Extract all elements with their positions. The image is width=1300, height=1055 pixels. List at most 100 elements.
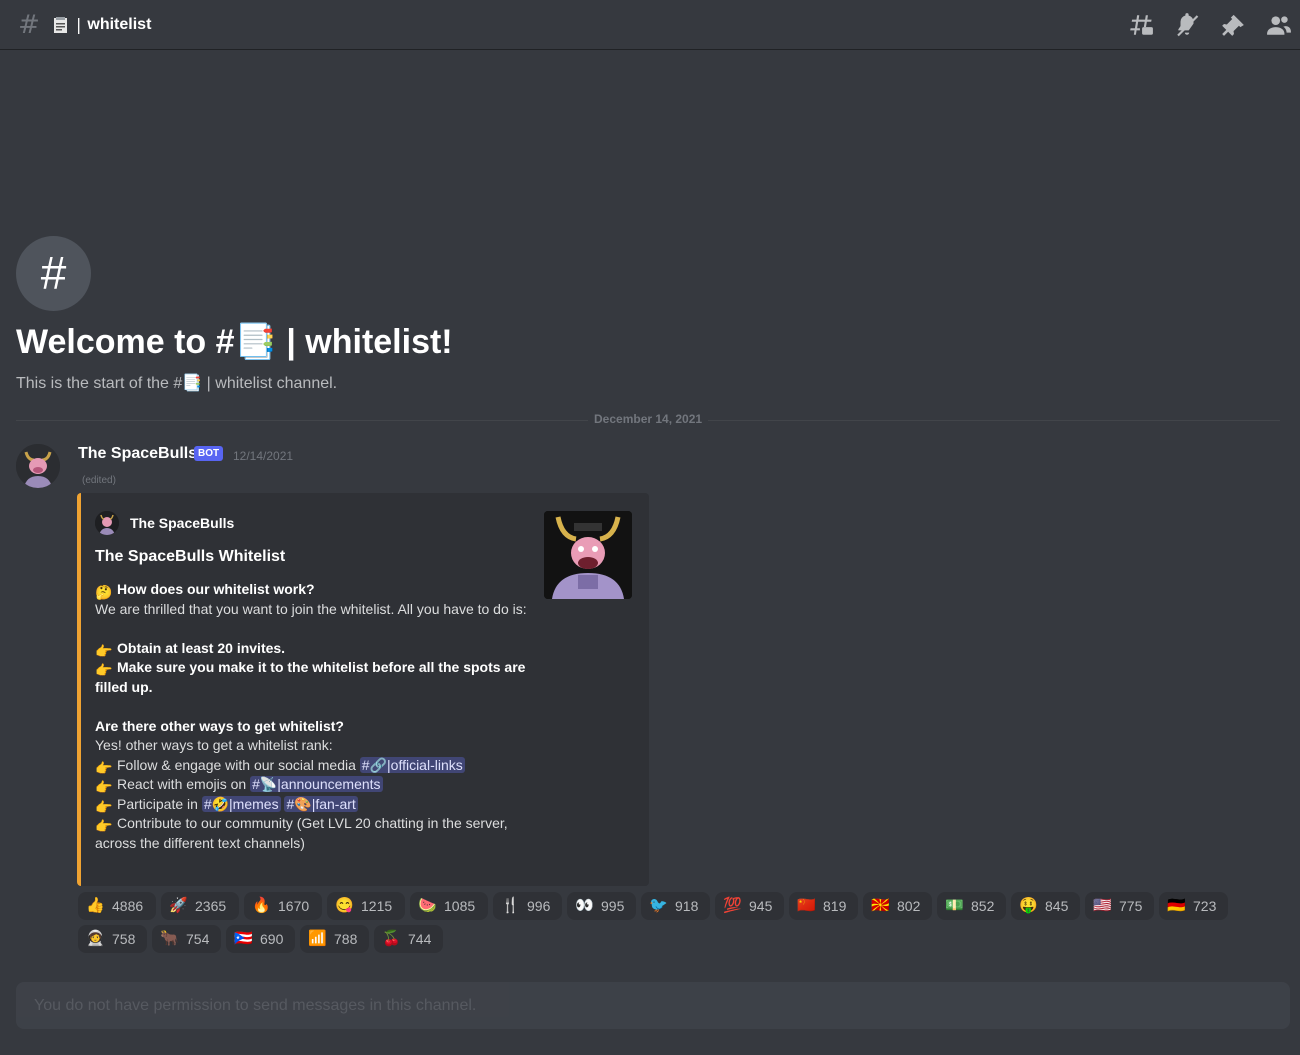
- reaction-count: 788: [334, 931, 358, 947]
- reaction-button[interactable]: 🇨🇳 819: [789, 892, 858, 920]
- reaction-button[interactable]: 🇩🇪 723: [1159, 892, 1228, 920]
- reaction-button[interactable]: 😋 1215: [327, 892, 405, 920]
- reaction-button[interactable]: 🔥 1670: [244, 892, 322, 920]
- whitelist-question: 🤔 How does our whitelist work?: [95, 581, 315, 600]
- channel-header: # | whitelist: [0, 0, 1300, 50]
- requirement-invites: 👉 Obtain at least 20 invites.: [95, 639, 286, 659]
- threads-icon[interactable]: [1128, 12, 1154, 38]
- reaction-count: 758: [112, 931, 136, 947]
- pointing-hand-icon: 👉: [95, 642, 113, 659]
- bookmark-tabs-icon: [52, 16, 70, 34]
- channel-mention-announcements[interactable]: #📡|announcements: [250, 776, 383, 792]
- reaction-count: 1215: [361, 898, 393, 914]
- other-ways-question: Are there other ways to get whitelist?: [95, 717, 344, 734]
- reaction-emoji-icon: 🍴: [501, 897, 520, 914]
- reaction-emoji-icon: 🤑: [1019, 897, 1038, 914]
- pointing-hand-icon: 👉: [95, 662, 113, 678]
- reaction-emoji-icon: 🐦: [649, 897, 668, 914]
- reaction-button[interactable]: 🐦 918: [641, 892, 710, 920]
- header-toolbar: [1128, 12, 1292, 38]
- pointing-hand-icon: 👉: [95, 818, 113, 834]
- reaction-count: 845: [1045, 898, 1069, 914]
- channel-separator: |: [76, 15, 82, 34]
- embed-author-avatar: [95, 511, 119, 535]
- embed-description: 🤔 How does our whitelist work? We are thr…: [95, 580, 535, 853]
- reaction-button[interactable]: 🇲🇰 802: [863, 892, 932, 920]
- embed-author-name[interactable]: The SpaceBulls: [130, 515, 234, 531]
- reaction-count: 918: [675, 898, 699, 914]
- reaction-button[interactable]: 👀 995: [567, 892, 636, 920]
- reaction-button[interactable]: 🍉 1085: [410, 892, 488, 920]
- reaction-count: 690: [260, 931, 284, 947]
- reaction-emoji-icon: 🇩🇪: [1167, 897, 1186, 914]
- reaction-count: 1085: [444, 898, 476, 914]
- reaction-count: 775: [1119, 898, 1143, 914]
- message-composer-disabled: You do not have permission to send messa…: [16, 982, 1290, 1029]
- reaction-emoji-icon: 🧑‍🚀: [86, 930, 105, 947]
- date-divider-label: December 14, 2021: [588, 412, 709, 426]
- reaction-button[interactable]: 👍 4886: [78, 892, 156, 920]
- reaction-button[interactable]: 🤑 845: [1011, 892, 1080, 920]
- reaction-emoji-icon: 🇵🇷: [234, 930, 253, 947]
- reaction-button[interactable]: 🇵🇷 690: [226, 925, 295, 953]
- reaction-button[interactable]: 🍴 996: [493, 892, 562, 920]
- reaction-emoji-icon: 🔥: [252, 897, 271, 914]
- reaction-button[interactable]: 📶 788: [300, 925, 369, 953]
- thinking-face-icon: 🤔: [95, 584, 113, 600]
- pin-icon[interactable]: [1220, 12, 1246, 38]
- channel-mention-fan-art[interactable]: #🎨|fan-art: [284, 795, 358, 812]
- channel-hash-icon: #: [18, 9, 40, 40]
- whitelist-intro: We are thrilled that you want to join th…: [95, 600, 527, 617]
- reaction-count: 996: [527, 898, 551, 914]
- reaction-count: 2365: [195, 898, 227, 914]
- reaction-emoji-icon: 🇨🇳: [797, 897, 816, 914]
- reaction-emoji-icon: 💯: [723, 897, 742, 914]
- reaction-emoji-icon: 🇲🇰: [871, 897, 890, 914]
- reaction-button[interactable]: 💵 852: [937, 892, 1006, 920]
- notifications-muted-icon[interactable]: [1174, 12, 1200, 38]
- author-avatar[interactable]: [16, 444, 60, 488]
- message-embed: The SpaceBulls The SpaceBulls Whitelist …: [77, 493, 649, 886]
- reaction-count: 4886: [112, 898, 144, 914]
- reaction-count: 802: [897, 898, 921, 914]
- requirement-deadline: 👉 Make sure you make it to the whitelist …: [95, 659, 526, 695]
- reaction-emoji-icon: 🚀: [169, 897, 188, 914]
- reaction-count: 723: [1193, 898, 1217, 914]
- reaction-emoji-icon: 👀: [575, 897, 594, 914]
- reaction-count: 754: [186, 931, 210, 947]
- reaction-emoji-icon: 😋: [335, 897, 354, 914]
- reaction-button[interactable]: 🍒 744: [374, 925, 443, 953]
- reaction-emoji-icon: 👍: [86, 897, 105, 914]
- reaction-emoji-icon: 📶: [308, 930, 327, 947]
- reaction-button[interactable]: 🐂 754: [152, 925, 221, 953]
- reaction-count: 852: [971, 898, 995, 914]
- reaction-emoji-icon: 🇺🇸: [1093, 897, 1112, 914]
- channel-hash-large-icon: #: [16, 236, 91, 311]
- welcome-title: Welcome to #📑 | whitelist!: [16, 323, 453, 361]
- channel-mention-memes[interactable]: #🤣|memes: [201, 795, 281, 812]
- way-participate: 👉 Participate in #🤣|memes #🎨|fan-art: [95, 795, 358, 815]
- channel-name: whitelist: [87, 15, 152, 33]
- reaction-count: 1670: [278, 898, 310, 914]
- channel-mention-official-links[interactable]: #🔗|official-links: [359, 756, 465, 773]
- reaction-button[interactable]: 🇺🇸 775: [1085, 892, 1154, 920]
- way-react: 👉 React with emojis on #📡|announcements: [95, 776, 383, 795]
- edited-label: (edited): [82, 475, 116, 486]
- reaction-button[interactable]: 🧑‍🚀 758: [78, 925, 147, 953]
- message-author[interactable]: The SpaceBulls: [78, 445, 197, 463]
- bot-badge: BOT: [194, 446, 224, 461]
- reaction-button[interactable]: 💯 945: [715, 892, 784, 920]
- reaction-button[interactable]: 🚀 2365: [161, 892, 239, 920]
- pointing-hand-icon: 👉: [95, 779, 113, 795]
- other-ways-intro: Yes! other ways to get a whitelist rank:: [95, 737, 333, 753]
- pointing-hand-icon: 👉: [95, 759, 113, 776]
- message-timestamp[interactable]: 12/14/2021: [233, 449, 293, 463]
- member-list-icon[interactable]: [1266, 12, 1292, 38]
- welcome-subtitle: This is the start of the #📑 | whitelist …: [16, 375, 338, 392]
- reaction-emoji-icon: 🍉: [418, 897, 437, 914]
- way-social: 👉 Follow & engage with our social media #…: [95, 756, 465, 776]
- reaction-count: 995: [601, 898, 625, 914]
- reaction-emoji-icon: 💵: [945, 897, 964, 914]
- embed-title: The SpaceBulls Whitelist: [95, 548, 286, 565]
- embed-thumbnail[interactable]: [544, 511, 632, 599]
